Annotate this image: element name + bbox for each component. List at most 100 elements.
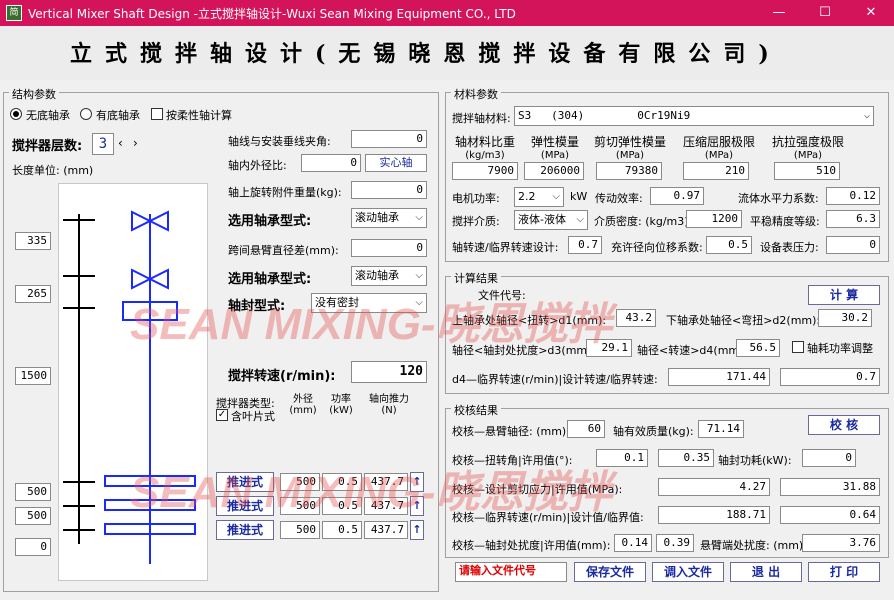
- mixer-diameter-3[interactable]: 500: [280, 521, 320, 539]
- print-button[interactable]: 打 印: [808, 562, 880, 582]
- balance-input[interactable]: 6.3: [826, 210, 880, 228]
- arrow-up-icon[interactable]: ↑: [410, 472, 424, 492]
- dim-input-2[interactable]: 265: [15, 285, 51, 303]
- layers-input[interactable]: 3: [92, 133, 114, 155]
- prop-shear-input[interactable]: 79380: [596, 162, 662, 180]
- length-unit-label: 长度单位: (mm): [12, 164, 94, 177]
- structure-group-title: 结构参数: [9, 86, 59, 102]
- prop-tensile-label: 抗拉强度极限: [771, 135, 844, 149]
- mixer-type-button-3[interactable]: 推进式: [216, 520, 274, 540]
- prop-density-label: 轴材料比重: [454, 135, 515, 149]
- solid-shaft-field[interactable]: 实心轴: [365, 154, 427, 172]
- power-adjust-label: 轴耗功率调整: [807, 342, 873, 355]
- arrow-up-icon[interactable]: ↑: [410, 496, 424, 516]
- motor-power-select[interactable]: 2.2 ⌵: [514, 187, 564, 207]
- mixer-thrust-2[interactable]: 437.7: [364, 497, 408, 515]
- bearing-type-select[interactable]: 滚动轴承 ⌵: [351, 208, 427, 228]
- prop-tensile-input[interactable]: 510: [774, 162, 840, 180]
- shear-output: 4.27: [658, 478, 770, 496]
- mixer-type-button-1[interactable]: 推进式: [216, 472, 274, 492]
- radio-no-bearing[interactable]: [10, 108, 22, 120]
- blade-checkbox[interactable]: ✓: [216, 409, 228, 421]
- medium-select[interactable]: 液体-液体 ⌵: [514, 210, 588, 230]
- mixer-diameter-1[interactable]: 500: [280, 473, 320, 491]
- bearing-type2-label: 选用轴承型式:: [228, 272, 312, 287]
- dim-input-1[interactable]: 335: [15, 232, 51, 250]
- mixer-power-1[interactable]: 0.5: [322, 473, 362, 491]
- window-title: Vertical Mixer Shaft Design -立式搅拌轴设计-Wux…: [28, 7, 516, 21]
- diameter-ratio-input[interactable]: 0: [301, 154, 361, 172]
- seal-select[interactable]: 没有密封 ⌵: [311, 293, 427, 313]
- torsion-label: 校核—扭转角|许用值(°):: [452, 454, 573, 467]
- bearing-type-label: 选用轴承型式:: [228, 214, 312, 229]
- d2-label: 下轴承处轴径<弯扭>d2(mm):: [666, 314, 821, 327]
- prop-elastic-unit: (MPa): [540, 150, 570, 161]
- d1-label: 上轴承处轴径<扭转>d1(mm):: [452, 314, 607, 327]
- prop-elastic-input[interactable]: 206000: [524, 162, 584, 180]
- displacement-input[interactable]: 0.5: [706, 236, 752, 254]
- bearing-type-value: 滚动轴承: [355, 211, 399, 224]
- cantilever-input[interactable]: 60: [567, 420, 605, 438]
- close-button[interactable]: ✕: [848, 0, 894, 26]
- radio-with-bearing[interactable]: [80, 108, 92, 120]
- app-icon: 简: [6, 5, 22, 21]
- mixer-diameter-2[interactable]: 500: [280, 497, 320, 515]
- prop-yield-unit: (MPa): [704, 150, 734, 161]
- flow-coef-input[interactable]: 0.12: [826, 187, 880, 205]
- power-loss-output: 0: [802, 449, 856, 467]
- layers-decrement[interactable]: ‹: [118, 136, 123, 150]
- span-input[interactable]: 0: [351, 239, 427, 257]
- critical-speed-label: d4—临界转速(r/min)|设计转速/临界转速:: [452, 373, 658, 386]
- file-code-input[interactable]: 请输入文件代号: [455, 562, 567, 582]
- flexible-shaft-checkbox[interactable]: [151, 108, 163, 120]
- weight-input[interactable]: 0: [351, 181, 427, 199]
- angle-input[interactable]: 0: [351, 130, 427, 148]
- mixer-power-3[interactable]: 0.5: [322, 521, 362, 539]
- bearing-type2-select[interactable]: 滚动轴承 ⌵: [351, 266, 427, 286]
- displacement-label: 充许径向位移系数:: [611, 241, 703, 254]
- speed-label: 搅拌转速(r/min):: [228, 369, 336, 384]
- mixer-thrust-3[interactable]: 437.7: [364, 521, 408, 539]
- dim-input-5[interactable]: 500: [15, 507, 51, 525]
- prop-yield-input[interactable]: 210: [683, 162, 749, 180]
- minimize-button[interactable]: —: [756, 0, 802, 26]
- power-adjust-checkbox[interactable]: [792, 341, 804, 353]
- pressure-input[interactable]: 0: [826, 236, 880, 254]
- dim-input-4[interactable]: 500: [15, 483, 51, 501]
- blade-check-label: 含叶片式: [231, 410, 275, 423]
- mixer-type-button-2[interactable]: 推进式: [216, 496, 274, 516]
- weight-label: 轴上旋转附件重量(kg):: [228, 186, 342, 199]
- dim-input-3[interactable]: 1500: [15, 367, 51, 385]
- banner-title: 立式搅拌轴设计(无锡晓恩搅拌设备有限公司): [70, 41, 782, 67]
- speed-ratio-input[interactable]: 0.7: [568, 236, 602, 254]
- mixer-power-2[interactable]: 0.5: [322, 497, 362, 515]
- dim-input-6[interactable]: 0: [15, 538, 51, 556]
- maximize-button[interactable]: ☐: [802, 0, 848, 26]
- angle-label: 轴线与安装垂线夹角:: [228, 135, 331, 148]
- mixer-thrust-1[interactable]: 437.7: [364, 473, 408, 491]
- chevron-down-icon: ⌵: [415, 270, 423, 281]
- save-file-button[interactable]: 保存文件: [574, 562, 646, 582]
- mass-output: 71.14: [698, 420, 744, 438]
- radio-no-bearing-label: 无底轴承: [26, 109, 70, 122]
- bearing-type2-value: 滚动轴承: [355, 269, 399, 282]
- banner: 立式搅拌轴设计(无锡晓恩搅拌设备有限公司): [0, 26, 894, 80]
- prop-density-unit: (kg/m3): [465, 150, 505, 161]
- torsion-output: 0.1: [596, 449, 648, 467]
- layers-increment[interactable]: ›: [133, 136, 138, 150]
- prop-elastic-label: 弹性模量: [530, 135, 579, 149]
- arrow-up-icon[interactable]: ↑: [410, 520, 424, 540]
- speed-input[interactable]: 120: [351, 361, 427, 383]
- efficiency-input[interactable]: 0.97: [650, 187, 704, 205]
- exit-button[interactable]: 退 出: [730, 562, 802, 582]
- prop-density-input[interactable]: 7900: [452, 162, 518, 180]
- material-select[interactable]: S3 (304) 0Cr19Ni9 ⌵: [514, 106, 874, 126]
- calculate-button[interactable]: 计 算: [808, 285, 880, 305]
- prop-density: 轴材料比重 (kg/m3): [450, 133, 520, 161]
- chevron-down-icon: ⌵: [576, 214, 584, 225]
- density-input[interactable]: 1200: [686, 210, 742, 228]
- crit-ratio-output: 0.64: [780, 506, 880, 524]
- check-button[interactable]: 校 核: [808, 415, 880, 435]
- cantilever-deflection-label: 悬臂端处扰度: (mm): [700, 539, 804, 552]
- load-file-button[interactable]: 调入文件: [652, 562, 724, 582]
